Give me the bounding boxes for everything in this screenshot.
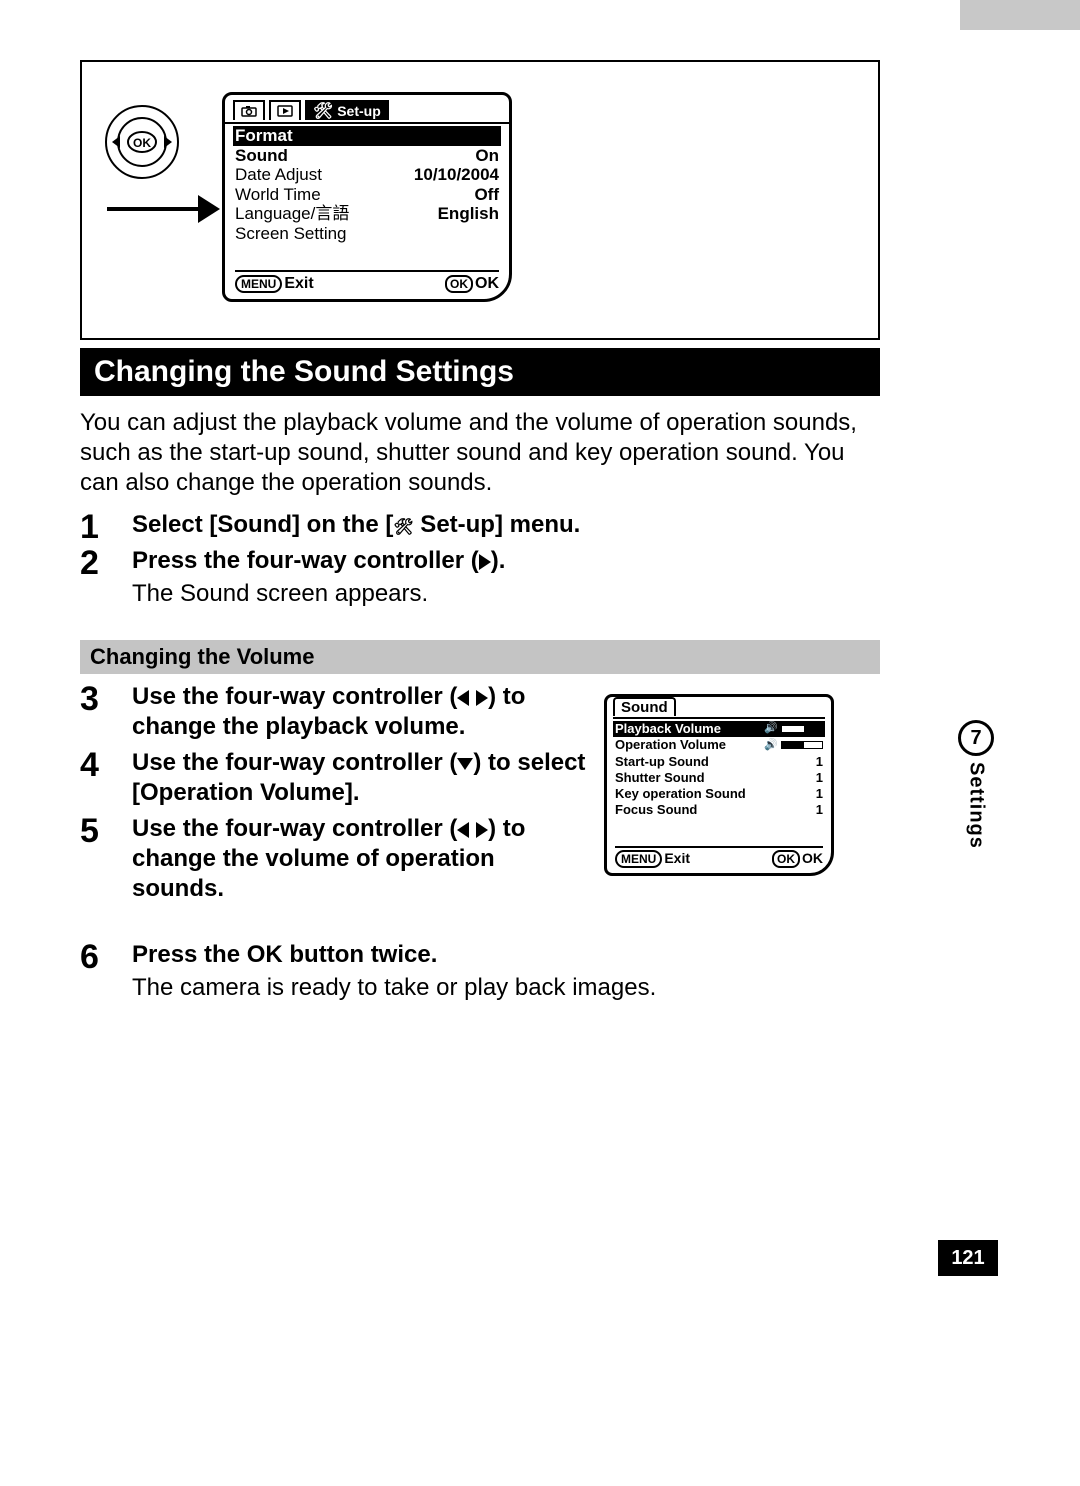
step-6: 6 Press the OK button twice. The camera …: [80, 940, 880, 1003]
menu-row-date: Date Adjust10/10/2004: [235, 165, 499, 185]
sound-row-startup: Start-up Sound1: [615, 754, 823, 770]
svg-text:OK: OK: [133, 136, 151, 150]
wrench-icon: 🛠: [393, 519, 413, 536]
menu-row-worldtime: World TimeOff: [235, 185, 499, 205]
play-tab-icon: [269, 100, 301, 120]
chapter-label: Settings: [965, 762, 988, 849]
sound-row-keyop: Key operation Sound1: [615, 786, 823, 802]
triangle-right-icon: [476, 690, 488, 706]
chapter-number: 7: [958, 720, 994, 756]
diagram-box: OK 🛠 Set-up Format SoundOn Date Adjust: [80, 60, 880, 340]
page-number: 121: [938, 1240, 998, 1276]
triangle-left-icon: [457, 690, 469, 706]
wrench-icon: 🛠: [313, 101, 333, 121]
sound-row-playback: Playback Volume 🔊: [613, 721, 825, 737]
section-title: Changing the Sound Settings: [80, 348, 880, 396]
step-1: 1 Select [Sound] on the [🛠 Set-up] menu.: [80, 510, 880, 544]
sound-menu-screen: Sound Playback Volume 🔊 Operation Volume…: [604, 694, 834, 876]
sound-row-operation: Operation Volume 🔊: [615, 737, 823, 753]
step-3: 3 Use the four-way controller ( ) to cha…: [80, 682, 590, 742]
menu-row-sound: SoundOn: [235, 146, 499, 166]
camera-tab-icon: [233, 100, 265, 120]
sound-row-focus: Focus Sound1: [615, 802, 823, 818]
step-5: 5 Use the four-way controller ( ) to cha…: [80, 814, 590, 904]
speaker-icon: 🔊: [764, 722, 778, 736]
sound-screen-title: Sound: [613, 697, 676, 716]
step-4: 4 Use the four-way controller () to sele…: [80, 748, 590, 808]
speaker-icon: 🔊: [764, 739, 778, 753]
ok-pill: OK: [445, 275, 473, 293]
step-2: 2 Press the four-way controller (). The …: [80, 546, 880, 609]
menu-row-language: Language/言語English: [235, 204, 499, 224]
triangle-right-icon: [476, 822, 488, 838]
menu-pill: MENU: [235, 275, 282, 293]
setup-menu-screen: 🛠 Set-up Format SoundOn Date Adjust10/10…: [222, 92, 512, 302]
triangle-down-icon: [457, 758, 473, 770]
menu-pill: MENU: [615, 850, 662, 868]
triangle-left-icon: [457, 822, 469, 838]
setup-tab-label: Set-up: [337, 103, 381, 119]
menu-row-format: Format: [233, 126, 501, 146]
subheading: Changing the Volume: [80, 640, 880, 674]
setup-tab: 🛠 Set-up: [305, 100, 389, 120]
four-way-controller-icon: OK: [102, 102, 182, 182]
top-grey-strip: [960, 0, 1080, 30]
arrow-icon: [107, 207, 202, 211]
triangle-right-icon: [479, 554, 491, 570]
menu-row-screen: Screen Setting: [235, 224, 499, 244]
sound-row-shutter: Shutter Sound1: [615, 770, 823, 786]
ok-pill: OK: [772, 850, 800, 868]
intro-text: You can adjust the playback volume and t…: [80, 408, 880, 498]
chapter-tab: 7 Settings: [954, 720, 998, 920]
